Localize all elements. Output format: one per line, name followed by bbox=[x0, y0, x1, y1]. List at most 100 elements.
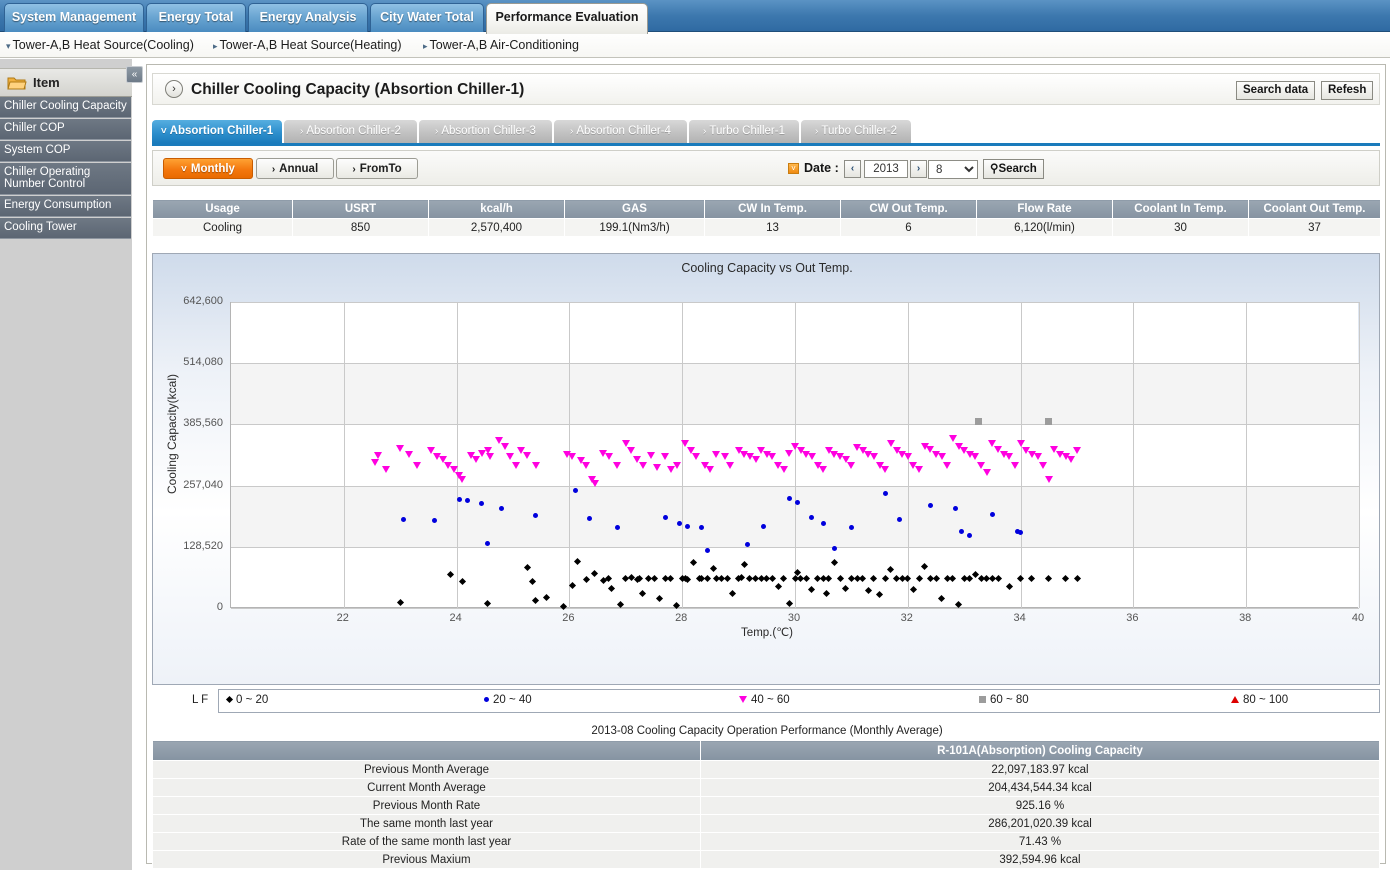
chart-point bbox=[400, 517, 406, 523]
summary-cell-7: 30 bbox=[1112, 218, 1249, 237]
chart-y-tick: 0 bbox=[216, 601, 223, 613]
chart-point bbox=[591, 570, 599, 578]
perf-row-label: Previous Month Average bbox=[152, 760, 701, 779]
period-button-label: Annual bbox=[279, 163, 319, 175]
breadcrumb-item-2[interactable]: ▸ Tower-A,B Air-Conditioning bbox=[423, 36, 579, 54]
chart-point bbox=[1028, 574, 1036, 583]
page-title-bar: › Chiller Cooling Capacity (Absortion Ch… bbox=[152, 73, 1380, 105]
legend-item-3[interactable]: 60 ~ 80 bbox=[979, 694, 1029, 706]
chart-point bbox=[882, 491, 888, 497]
period-button-monthly[interactable]: ˅ Monthly bbox=[163, 158, 253, 179]
chart-point bbox=[689, 558, 698, 566]
breadcrumb-item-1[interactable]: ▸ Tower-A,B Heat Source(Heating) bbox=[213, 36, 402, 54]
refresh-button[interactable]: Refesh bbox=[1321, 81, 1374, 100]
summary-cell-8: 37 bbox=[1248, 218, 1381, 237]
date-toggle-icon[interactable]: ˅ bbox=[788, 163, 799, 174]
legend-item-1[interactable]: 20 ~ 40 bbox=[484, 694, 532, 706]
chart-point bbox=[909, 586, 917, 594]
chart-point bbox=[915, 466, 924, 474]
chart-point bbox=[506, 453, 515, 461]
summary-cell-0: Cooling bbox=[152, 218, 293, 237]
date-label: Date : bbox=[804, 161, 839, 175]
chart-point bbox=[830, 558, 839, 566]
month-select[interactable]: 123456789101112 bbox=[928, 160, 978, 179]
year-input[interactable] bbox=[864, 160, 908, 178]
chart-x-tick: 34 bbox=[1013, 612, 1026, 624]
chart-point bbox=[720, 453, 729, 461]
chart-point bbox=[582, 575, 590, 583]
breadcrumb: ▾ Tower-A,B Heat Source(Cooling) ▸ Tower-A,… bbox=[0, 32, 1390, 58]
chart-point bbox=[881, 574, 889, 583]
chart-point bbox=[706, 466, 715, 474]
sidebar-item-cooling-tower[interactable]: Cooling Tower bbox=[0, 218, 131, 239]
chart-point bbox=[1073, 447, 1081, 455]
table-row: The same month last year 286,201,020.39 k… bbox=[152, 814, 1380, 833]
chart-point bbox=[662, 515, 668, 521]
chart-point bbox=[650, 574, 658, 582]
chart-point bbox=[904, 574, 912, 583]
chart-point bbox=[431, 518, 437, 524]
sidebar-item-system-cop[interactable]: System COP bbox=[0, 141, 131, 162]
chart-point bbox=[568, 453, 577, 461]
chart-x-tick: 22 bbox=[336, 612, 349, 624]
search-button[interactable]: ⚲Search bbox=[983, 159, 1044, 179]
sidebar-item-chiller-cop[interactable]: Chiller COP bbox=[0, 119, 131, 140]
chart-point bbox=[948, 435, 957, 443]
legend-marker-icon bbox=[739, 696, 747, 704]
summary-cell-3: 199.1(Nm3/h) bbox=[564, 218, 705, 237]
main-tab-energy-total[interactable]: Energy Total bbox=[146, 3, 246, 32]
chart-point bbox=[1045, 574, 1053, 583]
legend-label: 20 ~ 40 bbox=[493, 694, 532, 706]
legend-item-0[interactable]: 0 ~ 20 bbox=[225, 694, 268, 706]
chart-point bbox=[458, 578, 466, 586]
period-button-label: FromTo bbox=[359, 163, 402, 175]
chart-point bbox=[744, 542, 750, 548]
tab-absortion-chiller-2[interactable]: › Absortion Chiller-2 bbox=[284, 120, 417, 143]
main-tab-energy-analysis[interactable]: Energy Analysis bbox=[248, 3, 368, 32]
chart-gridline-v bbox=[682, 302, 683, 608]
chart-point bbox=[458, 475, 467, 483]
prev-year-button[interactable]: ‹ bbox=[844, 160, 861, 178]
chart-x-tick: 30 bbox=[787, 612, 801, 624]
summary-header-6: Flow Rate bbox=[976, 199, 1113, 219]
chart-point bbox=[532, 597, 540, 605]
tab-absortion-chiller-3[interactable]: › Absortion Chiller-3 bbox=[419, 120, 552, 143]
main-tab-performance-evaluation[interactable]: Performance Evaluation bbox=[486, 3, 648, 34]
summary-header-8: Coolant Out Temp. bbox=[1248, 199, 1381, 219]
legend-item-2[interactable]: 40 ~ 60 bbox=[739, 694, 790, 706]
tab-absortion-chiller-1[interactable]: ˅ Absortion Chiller-1 bbox=[152, 120, 282, 143]
search-button-label: Search bbox=[998, 163, 1037, 175]
tab-turbo-chiller-2[interactable]: › Turbo Chiller-2 bbox=[801, 120, 911, 143]
chart-y-axis-label: Cooling Capacity(kcal) bbox=[165, 374, 179, 495]
chart-point bbox=[499, 505, 505, 511]
main-tab-city-water-total[interactable]: City Water Total bbox=[370, 3, 484, 32]
chart-point bbox=[652, 464, 661, 472]
tab-absortion-chiller-4[interactable]: › Absortion Chiller-4 bbox=[554, 120, 687, 143]
summary-header-1: USRT bbox=[292, 199, 429, 219]
summary-cell-2: 2,570,400 bbox=[428, 218, 565, 237]
period-button-fromto[interactable]: › FromTo bbox=[336, 158, 418, 179]
search-data-button[interactable]: Search data bbox=[1236, 81, 1316, 100]
legend-marker-icon bbox=[979, 696, 986, 704]
sidebar-collapse-icon[interactable]: « bbox=[126, 66, 143, 83]
sidebar-item-chiller-cooling-capacity[interactable]: Chiller Cooling Capacity bbox=[0, 97, 131, 118]
sidebar-item-energy-consumption[interactable]: Energy Consumption bbox=[0, 196, 131, 217]
chart-point bbox=[842, 585, 850, 593]
chart-gridline-h bbox=[231, 608, 1359, 609]
chart-gridline-v bbox=[1133, 302, 1134, 608]
legend-item-4[interactable]: 80 ~ 100 bbox=[1231, 694, 1288, 706]
period-button-annual[interactable]: › Annual bbox=[256, 158, 334, 179]
chart-point bbox=[927, 503, 933, 509]
next-year-button[interactable]: › bbox=[910, 160, 927, 178]
tab-turbo-chiller-1[interactable]: › Turbo Chiller-1 bbox=[689, 120, 799, 143]
chart-point bbox=[955, 600, 963, 608]
chart-point bbox=[1073, 574, 1081, 583]
chart-point bbox=[774, 582, 782, 590]
sidebar-item-chiller-operating-number-control[interactable]: Chiller Operating Number Control bbox=[0, 163, 131, 195]
chart-x-tick: 40 bbox=[1351, 612, 1365, 624]
breadcrumb-item-0[interactable]: ▾ Tower-A,B Heat Source(Cooling) bbox=[6, 36, 194, 54]
main-tab-system-management[interactable]: System Management bbox=[4, 3, 144, 32]
chart-title: Cooling Capacity vs Out Temp. bbox=[681, 261, 853, 275]
chart-point bbox=[484, 599, 492, 607]
chart-gridline-v bbox=[795, 302, 796, 608]
